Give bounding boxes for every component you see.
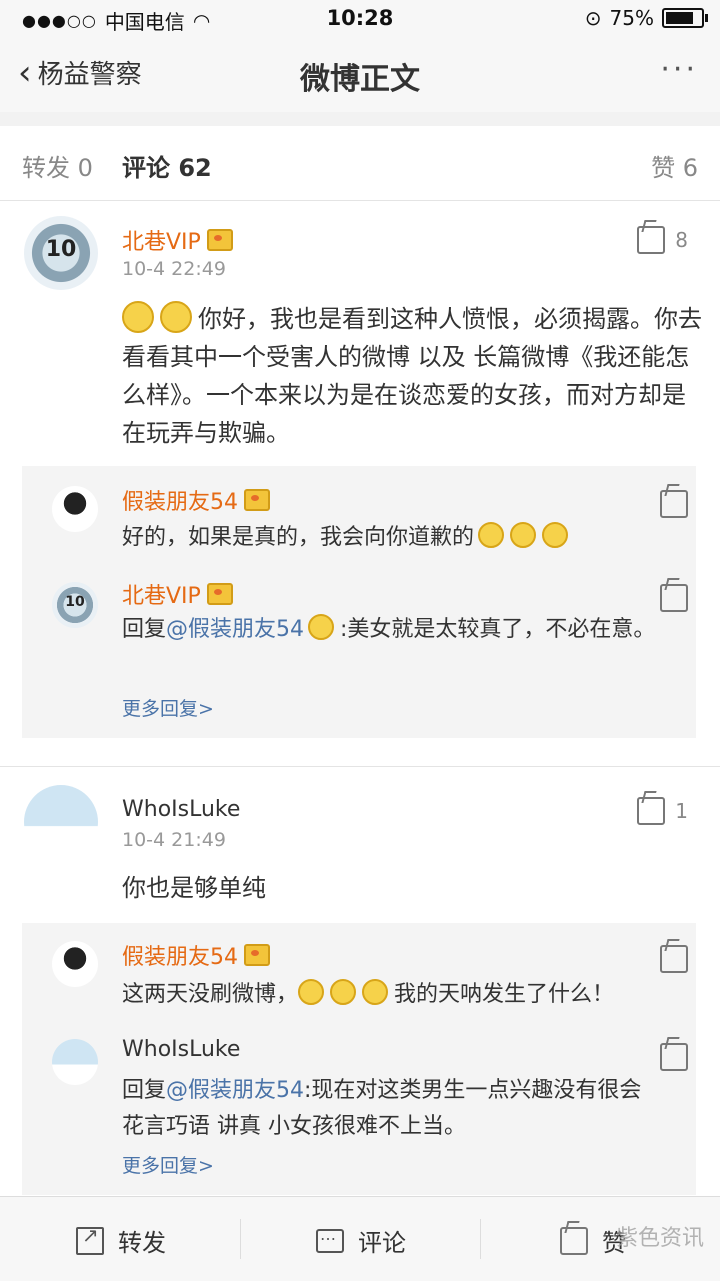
avatar[interactable]: 10 bbox=[52, 582, 98, 628]
username-text: 北巷VIP bbox=[122, 584, 201, 609]
battery-percent: 75% bbox=[609, 6, 654, 30]
like-button[interactable] bbox=[660, 584, 688, 612]
thumbs-up-icon bbox=[660, 490, 688, 518]
like-count: 1 bbox=[675, 799, 688, 823]
comment-icon bbox=[316, 1225, 344, 1253]
reply-body: 好的，如果是真的，我会向你道歉的 bbox=[122, 525, 475, 550]
tab-repost[interactable]: 转发 0 bbox=[22, 148, 93, 183]
avatar[interactable] bbox=[52, 486, 98, 532]
reply-prefix: 回复 bbox=[122, 1078, 167, 1103]
avatar[interactable]: 10 bbox=[24, 216, 98, 290]
reply-body: 这两天没刷微博， bbox=[122, 982, 299, 1007]
more-replies-link[interactable]: 更多回复> bbox=[122, 694, 214, 721]
thumbs-up-icon bbox=[637, 797, 666, 825]
toolbar-divider bbox=[240, 1219, 241, 1259]
repost-button[interactable]: 转发 bbox=[76, 1223, 166, 1258]
crying-emoji-icon bbox=[542, 522, 569, 548]
tab-likes[interactable]: 赞 6 bbox=[651, 148, 698, 183]
reply-username[interactable]: 假装朋友54 bbox=[122, 484, 270, 516]
reply-username[interactable]: WhoIsLuke bbox=[122, 1037, 240, 1062]
avatar[interactable] bbox=[24, 785, 98, 859]
more-replies-link[interactable]: 更多回复> bbox=[122, 1151, 214, 1178]
like-button[interactable]: 8 bbox=[637, 226, 688, 254]
tab-bar: 转发 0 评论 62 赞 6 bbox=[0, 126, 720, 201]
vip-crown-icon bbox=[244, 489, 270, 511]
rotation-lock-icon: ⊙ bbox=[584, 6, 602, 30]
reply-item: 假装朋友54 好的，如果是真的，我会向你道歉的 bbox=[22, 466, 696, 570]
reply-text: 好的，如果是真的，我会向你道歉的 bbox=[122, 520, 662, 556]
reply-item: 假装朋友54 这两天没刷微博， 我的天呐发生了什么！ bbox=[22, 923, 696, 1029]
reply-username[interactable]: 假装朋友54 bbox=[122, 939, 270, 971]
avatar[interactable] bbox=[52, 941, 98, 987]
comment-item: 10 北巷VIP 10-4 22:49 8 你好，我也是看到这种人愤恨，必须揭露… bbox=[0, 200, 720, 766]
thumbs-up-icon bbox=[660, 945, 688, 973]
smile-emoji-icon bbox=[308, 614, 335, 640]
comment-username[interactable]: 北巷VIP bbox=[122, 224, 233, 256]
comment-text: 你好，我也是看到这种人愤恨，必须揭露。你去看看其中一个受害人的微博 以及 长篇微… bbox=[122, 300, 702, 452]
battery-icon bbox=[662, 8, 708, 28]
reply-body: :美女就是太较真了，不必在意。 bbox=[340, 617, 656, 642]
mention-link[interactable]: @假装朋友54 bbox=[166, 1078, 304, 1103]
reply-box: 假装朋友54 这两天没刷微博， 我的天呐发生了什么！ WhoIsLuke 回复@假… bbox=[22, 923, 696, 1195]
vip-crown-icon bbox=[244, 944, 270, 966]
comment-button[interactable]: 评论 bbox=[316, 1223, 406, 1258]
like-button[interactable] bbox=[660, 490, 688, 518]
vip-crown-icon bbox=[206, 229, 233, 251]
username-text: WhoIsLuke bbox=[122, 1037, 241, 1062]
reply-text: 回复@假装朋友54:现在对这类男生一点兴趣没有很会花言巧语 讲真 小女孩很难不上… bbox=[122, 1073, 662, 1145]
bottom-toolbar: 转发 评论 赞 bbox=[0, 1196, 720, 1281]
avatar[interactable] bbox=[52, 1039, 98, 1085]
smile-emoji-icon bbox=[122, 301, 154, 333]
thumbs-up-icon bbox=[660, 1043, 688, 1071]
mention-link[interactable]: @假装朋友54 bbox=[166, 617, 304, 642]
thumbs-up-icon bbox=[560, 1226, 588, 1255]
toolbar-divider bbox=[480, 1219, 481, 1259]
crying-emoji-icon bbox=[478, 522, 505, 548]
reply-text: 这两天没刷微博， 我的天呐发生了什么！ bbox=[122, 977, 662, 1013]
comment-time: 10-4 21:49 bbox=[122, 829, 226, 851]
comment-item: WhoIsLuke 10-4 21:49 1 你也是够单纯 假装朋友54 这两天… bbox=[0, 767, 720, 1197]
status-bar: ●●●○○ 中国电信 ◠ 10:28 ⊙ 75% bbox=[0, 0, 720, 36]
comment-body: 你好，我也是看到这种人愤恨，必须揭露。你去看看其中一个受害人的微博 以及 长篇微… bbox=[122, 305, 702, 447]
scream-emoji-icon bbox=[362, 979, 389, 1005]
username-text: 假装朋友54 bbox=[122, 945, 238, 970]
comment-text: 你也是够单纯 bbox=[122, 874, 266, 902]
section-gap bbox=[0, 112, 720, 126]
like-button[interactable]: 1 bbox=[637, 797, 688, 825]
reply-prefix: 回复 bbox=[122, 617, 167, 642]
like-button[interactable] bbox=[660, 1043, 688, 1071]
like-button[interactable] bbox=[660, 945, 688, 973]
reply-box: 假装朋友54 好的，如果是真的，我会向你道歉的 10 北巷VIP 回复@假装朋友… bbox=[22, 466, 696, 738]
nav-bar: ‹ 杨益警察 微博正文 ··· bbox=[0, 36, 720, 113]
tab-comments[interactable]: 评论 62 bbox=[122, 148, 212, 183]
watermark: 紫色资讯 bbox=[615, 1226, 704, 1251]
share-icon bbox=[76, 1223, 104, 1255]
comment-time: 10-4 22:49 bbox=[122, 258, 226, 280]
reply-item: 10 北巷VIP 回复@假装朋友54 :美女就是太较真了，不必在意。 bbox=[22, 570, 696, 690]
scream-emoji-icon bbox=[298, 979, 325, 1005]
thumbs-up-icon bbox=[637, 226, 666, 254]
reply-item: WhoIsLuke 回复@假装朋友54:现在对这类男生一点兴趣没有很会花言巧语 … bbox=[22, 1029, 696, 1153]
username-text: 假装朋友54 bbox=[122, 490, 238, 515]
comment-username[interactable]: WhoIsLuke bbox=[122, 797, 240, 822]
scream-emoji-icon bbox=[330, 979, 357, 1005]
comment-label: 评论 bbox=[358, 1229, 406, 1257]
more-button[interactable]: ··· bbox=[660, 52, 698, 87]
repost-label: 转发 bbox=[118, 1229, 166, 1257]
username-text: WhoIsLuke bbox=[122, 797, 241, 822]
vip-crown-icon bbox=[206, 583, 233, 605]
crying-emoji-icon bbox=[510, 522, 537, 548]
like-count: 8 bbox=[675, 228, 688, 252]
username-text: 北巷VIP bbox=[122, 230, 201, 255]
reply-body-cont: 我的天呐发生了什么！ bbox=[394, 982, 615, 1007]
thumbs-up-icon bbox=[660, 584, 688, 612]
reply-text: 回复@假装朋友54 :美女就是太较真了，不必在意。 bbox=[122, 612, 662, 648]
page-title: 微博正文 bbox=[300, 62, 420, 97]
reply-username[interactable]: 北巷VIP bbox=[122, 578, 233, 610]
smile-emoji-icon bbox=[160, 301, 192, 333]
